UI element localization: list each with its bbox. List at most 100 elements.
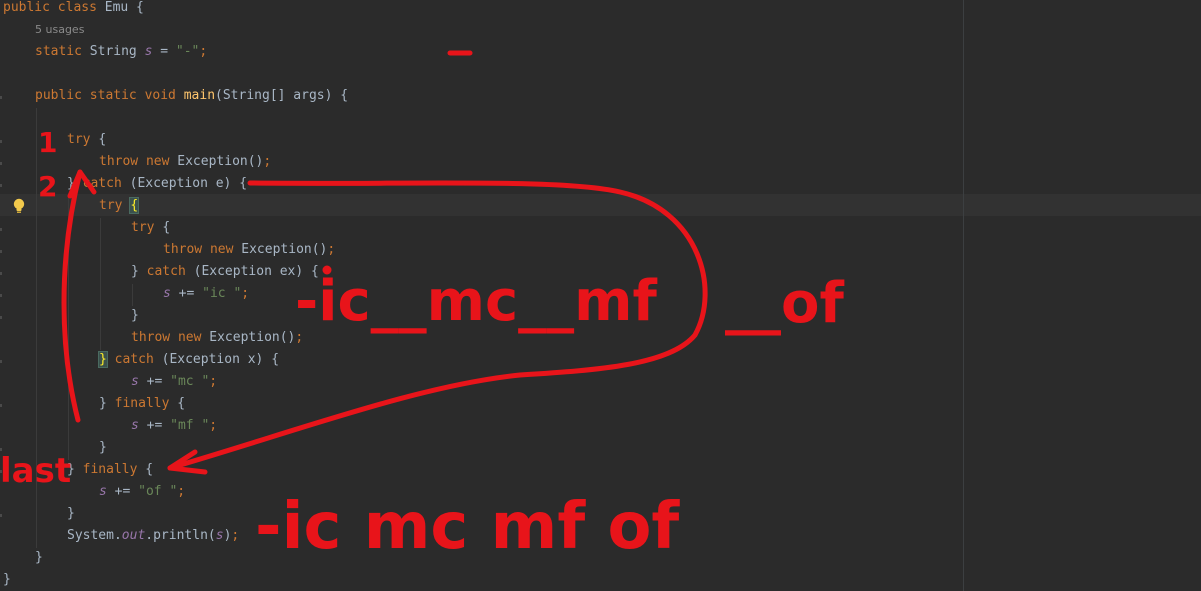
code-token: try — [67, 132, 99, 147]
code-line[interactable]: throw new Exception(); — [99, 151, 271, 173]
code-token: Emu { — [104, 0, 144, 15]
code-token: try — [99, 198, 131, 213]
code-token: { — [98, 132, 107, 147]
fold-marker[interactable] — [0, 448, 2, 451]
code-token: "mf " — [170, 418, 210, 433]
fold-marker[interactable] — [0, 250, 2, 253]
indent-guide — [68, 196, 69, 460]
indent-guide — [132, 284, 133, 306]
fold-marker[interactable] — [0, 96, 2, 99]
code-token: s — [163, 286, 171, 301]
code-line[interactable]: s += "ic "; — [163, 283, 249, 305]
lightbulb-icon[interactable] — [10, 197, 28, 215]
code-line[interactable]: s += "of "; — [99, 481, 185, 503]
code-token: "-" — [175, 44, 200, 59]
code-line[interactable]: public static void main(String[] args) { — [35, 85, 348, 107]
code-token: ; — [209, 374, 218, 389]
code-line[interactable]: try { — [99, 195, 140, 217]
code-token: out — [121, 528, 146, 543]
code-token: { — [177, 396, 186, 411]
code-line[interactable]: } — [35, 547, 43, 569]
fold-marker[interactable] — [0, 360, 2, 363]
code-token: s — [99, 484, 107, 499]
code-token: ; — [177, 484, 186, 499]
code-line[interactable]: static String s = "-"; — [35, 41, 207, 63]
code-token: (Exception x) { — [161, 352, 280, 367]
code-token: Exception() — [241, 242, 328, 257]
current-line-highlight — [0, 194, 1201, 216]
code-token: s — [215, 528, 224, 543]
code-token: main — [183, 88, 216, 103]
usages-hint[interactable]: 5 usages — [35, 19, 84, 41]
code-editor[interactable]: 5 usages public class Emu { static String… — [0, 0, 1201, 591]
code-token: .println( — [145, 528, 216, 543]
code-token: ; — [263, 154, 272, 169]
code-token: try — [131, 220, 163, 235]
fold-marker[interactable] — [0, 162, 2, 165]
fold-marker[interactable] — [0, 294, 2, 297]
code-line[interactable]: public class Emu { — [3, 0, 144, 19]
code-token: } — [131, 264, 147, 279]
code-token: System. — [67, 528, 122, 543]
code-line[interactable]: try { — [67, 129, 106, 151]
code-token: = — [152, 44, 176, 59]
code-token: ; — [209, 418, 218, 433]
fold-marker[interactable] — [0, 316, 2, 319]
code-token: (Exception e) { — [129, 176, 248, 191]
fold-marker[interactable] — [0, 404, 2, 407]
fold-marker[interactable] — [0, 470, 2, 473]
fold-marker[interactable] — [0, 272, 2, 275]
code-token: ; — [295, 330, 304, 345]
code-line[interactable]: try { — [131, 217, 170, 239]
text-caret — [138, 198, 140, 213]
code-line[interactable]: throw new Exception(); — [131, 327, 303, 349]
code-token: } — [98, 351, 108, 368]
code-line[interactable]: } — [3, 569, 11, 591]
fold-marker[interactable] — [0, 228, 2, 231]
code-token: } — [67, 462, 83, 477]
code-token: { — [129, 197, 140, 214]
code-token: static — [35, 44, 90, 59]
code-token: "ic " — [202, 286, 242, 301]
code-token: catch — [114, 352, 162, 367]
code-token: { — [162, 220, 171, 235]
code-token: += — [106, 484, 139, 499]
code-token: ; — [231, 528, 240, 543]
code-line[interactable]: } — [99, 437, 107, 459]
code-line[interactable]: s += "mf "; — [131, 415, 217, 437]
fold-marker[interactable] — [0, 514, 2, 517]
code-token: throw new — [99, 154, 178, 169]
code-line[interactable]: } catch (Exception ex) { — [131, 261, 319, 283]
code-token: finally — [82, 462, 146, 477]
code-token: ; — [327, 242, 336, 257]
code-token: throw new — [131, 330, 210, 345]
code-token: } — [99, 440, 107, 455]
indent-guide — [100, 218, 101, 350]
code-token: catch — [82, 176, 130, 191]
code-token: "mc " — [170, 374, 210, 389]
code-token: Exception() — [209, 330, 296, 345]
code-token: finally — [114, 396, 178, 411]
code-line[interactable]: s += "mc "; — [131, 371, 217, 393]
code-token: catch — [146, 264, 194, 279]
code-line[interactable]: } — [131, 305, 139, 327]
code-line[interactable]: } finally { — [67, 459, 153, 481]
code-line[interactable]: System.out.println(s); — [67, 525, 239, 547]
code-line[interactable]: } catch (Exception e) { — [67, 173, 247, 195]
code-line[interactable]: } catch (Exception x) { — [98, 349, 280, 371]
code-token: String — [89, 44, 145, 59]
code-token: { — [145, 462, 154, 477]
fold-marker[interactable] — [0, 140, 2, 143]
code-token: } — [67, 506, 75, 521]
right-margin-guide — [963, 0, 964, 591]
code-token: += — [138, 374, 171, 389]
code-token: Exception() — [177, 154, 264, 169]
indent-guide — [36, 108, 37, 548]
code-line[interactable]: } — [67, 503, 75, 525]
code-line[interactable]: } finally { — [99, 393, 185, 415]
code-token: += — [138, 418, 171, 433]
code-line[interactable]: throw new Exception(); — [163, 239, 335, 261]
fold-marker[interactable] — [0, 184, 2, 187]
code-token: (Exception ex) { — [193, 264, 319, 279]
